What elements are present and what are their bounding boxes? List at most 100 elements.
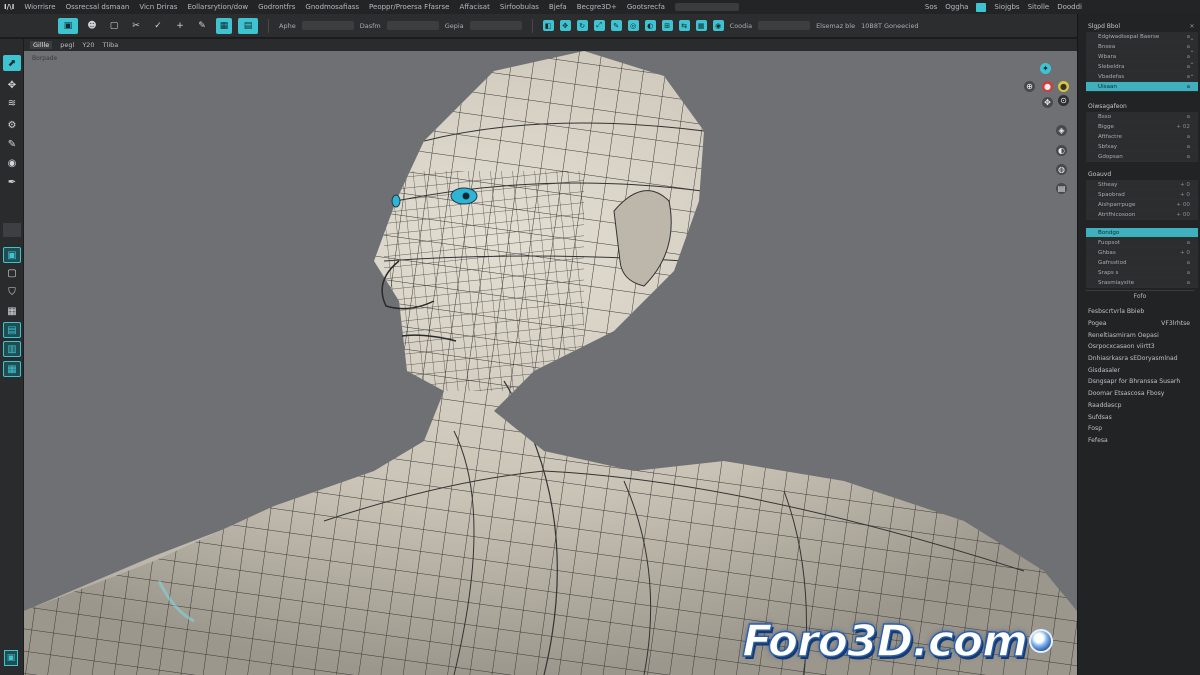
light-icon[interactable]: ●: [1058, 81, 1069, 92]
render-icon[interactable]: ◉: [712, 20, 724, 31]
rotate-icon[interactable]: ↻: [576, 20, 588, 31]
smooth-icon[interactable]: ◎: [627, 20, 639, 31]
panel-icon[interactable]: ▦: [3, 361, 21, 377]
move-tool-icon[interactable]: ✥: [3, 77, 21, 93]
list-item[interactable]: Gisdasaler: [1078, 364, 1200, 376]
wireframe-icon[interactable]: ▣: [3, 247, 21, 263]
list-item[interactable]: Fesbscrtvrla Bbieb: [1078, 306, 1200, 318]
menu-right-item[interactable]: Sos: [925, 3, 937, 11]
property-row[interactable]: Gafrsstiod a: [1086, 258, 1198, 268]
list-item[interactable]: Raaddascp: [1078, 400, 1200, 412]
menu-item[interactable]: Sirfoobulas: [500, 3, 539, 11]
scroll-arrow-icon[interactable]: ⌄: [1186, 68, 1198, 80]
menu-item[interactable]: Becgre3D+: [577, 3, 617, 11]
subtool-item[interactable]: Tliba: [103, 41, 119, 49]
menu-item[interactable]: Peoppr/Proersa Ffasrse: [369, 3, 449, 11]
accent-toggle-icon[interactable]: [976, 2, 987, 12]
layers-icon[interactable]: ▤: [3, 322, 21, 338]
wire-icon[interactable]: ▦: [695, 20, 707, 31]
navigation-cube-icon[interactable]: ✦: [1040, 63, 1051, 74]
property-row[interactable]: Srasmiaysite a: [1086, 278, 1198, 288]
brush-icon[interactable]: ✎: [610, 20, 622, 31]
scroll-arrow-icon[interactable]: ⌄: [1186, 32, 1198, 44]
list-item[interactable]: Reneltiasmiram Oepasi: [1078, 329, 1200, 341]
pen-tool-icon[interactable]: ✒: [3, 174, 21, 190]
layout-icon[interactable]: ▤: [238, 17, 258, 34]
toolbar-field[interactable]: [386, 21, 439, 30]
camera-icon[interactable]: ◈: [1056, 125, 1067, 136]
brush-tool-icon[interactable]: ✎: [3, 136, 21, 152]
panel-action-button[interactable]: Fofo: [1086, 290, 1194, 302]
eye-icon[interactable]: ◉: [3, 155, 21, 171]
orbit-icon[interactable]: ⊕: [1024, 81, 1035, 92]
pan-icon[interactable]: ✥: [1042, 97, 1053, 108]
property-row[interactable]: Atrtfhicosoon + 00: [1086, 210, 1198, 220]
material-icon[interactable]: ◍: [1056, 164, 1067, 175]
property-row-selected[interactable]: Uisaan a: [1086, 82, 1198, 92]
menu-right-item[interactable]: Oggha: [945, 3, 968, 11]
property-row[interactable]: Sraps sa: [1086, 268, 1198, 278]
scissors-icon[interactable]: ✂: [128, 18, 144, 34]
select-tool-icon[interactable]: ⬈: [3, 55, 21, 71]
menu-item[interactable]: Affacisat: [459, 3, 489, 11]
scale-icon[interactable]: ⤢: [593, 20, 605, 31]
property-row[interactable]: Edgiwadisepal Baerse a: [1086, 32, 1198, 42]
list-item[interactable]: Doomar Etsascosa Fbosy: [1078, 388, 1200, 400]
plus-icon[interactable]: +: [172, 18, 188, 34]
snap-icon[interactable]: ⊞: [661, 20, 673, 31]
subtool-item[interactable]: pegl: [60, 41, 74, 49]
property-row[interactable]: Bigge + 02: [1086, 122, 1198, 132]
gear-icon[interactable]: ⚙: [3, 117, 21, 133]
property-row[interactable]: Fuopsot a: [1086, 238, 1198, 248]
property-row[interactable]: Bnsea a: [1086, 42, 1198, 52]
shading-icon[interactable]: ◐: [1056, 145, 1067, 156]
property-row[interactable]: Gdopsan a: [1086, 152, 1198, 162]
menu-item[interactable]: Vicn Driras: [139, 3, 177, 11]
menu-right-item[interactable]: Siojgbs: [994, 3, 1019, 11]
menu-item[interactable]: Bjefa: [549, 3, 567, 11]
frame-icon[interactable]: ▢: [3, 265, 21, 281]
select-icon[interactable]: ◧: [542, 20, 554, 31]
list-item[interactable]: Dsngsapr for Bhranssa Susarh: [1078, 376, 1200, 388]
person-icon[interactable]: ☻: [84, 18, 100, 34]
check-icon[interactable]: ✓: [150, 18, 166, 34]
list-item[interactable]: Pogea VF3lrhtse: [1078, 318, 1200, 330]
record-icon[interactable]: ●: [1042, 81, 1053, 92]
list-item[interactable]: Dnhiasrkasra sEDoryasmlnad: [1078, 353, 1200, 365]
draw-icon[interactable]: ✎: [194, 18, 210, 34]
menu-search-field[interactable]: [674, 3, 739, 11]
property-row[interactable]: Bsso a: [1086, 112, 1198, 122]
list-item[interactable]: Osrpocxcasaon viirtt3: [1078, 341, 1200, 353]
toolbar-field[interactable]: [301, 21, 354, 30]
property-row[interactable]: Spaobrad + 0: [1086, 190, 1198, 200]
property-row[interactable]: Aftfactre a: [1086, 132, 1198, 142]
panel-scrollbar[interactable]: ✕ ⌄ ⌄ ⌄ ⌄ ⌄: [1186, 20, 1198, 660]
property-row[interactable]: Stheay + 0: [1086, 180, 1198, 190]
move-icon[interactable]: ✥: [559, 20, 571, 31]
menu-item[interactable]: Godrontfrs: [258, 3, 295, 11]
menu-right-item[interactable]: Dooddi: [1057, 3, 1082, 11]
tool-slot[interactable]: [3, 223, 21, 237]
property-row[interactable]: Aishparrpuge + 00: [1086, 200, 1198, 210]
property-row[interactable]: Sbfxay a: [1086, 142, 1198, 152]
subtool-item[interactable]: Gillle: [30, 41, 53, 49]
menu-item[interactable]: Ossrecsal dsmaan: [66, 3, 130, 11]
list-item[interactable]: Fosp: [1078, 423, 1200, 435]
scroll-arrow-icon[interactable]: ⌄: [1186, 44, 1198, 56]
stack-tool-icon[interactable]: ≋: [3, 95, 21, 111]
subtool-item[interactable]: Y20: [82, 41, 94, 49]
3d-viewport[interactable]: Borpade ✦ ⊕ ● ● ✥ ⊙ ◈ ◐ ◍ ▤ Foro3D.com: [24, 51, 1077, 675]
scroll-arrow-icon[interactable]: ✕: [1186, 20, 1198, 32]
scroll-arrow-icon[interactable]: ⌄: [1186, 56, 1198, 68]
property-row[interactable]: Vbadefas a: [1086, 72, 1198, 82]
property-row[interactable]: Ghbas + 0: [1086, 248, 1198, 258]
layers-alt-icon[interactable]: ▥: [3, 341, 21, 357]
property-row[interactable]: Wbara a: [1086, 52, 1198, 62]
toolbar-field[interactable]: [758, 21, 811, 30]
box-icon[interactable]: ▢: [106, 18, 122, 34]
menu-item[interactable]: Gnodmosafiass: [305, 3, 359, 11]
toolbar-field[interactable]: [469, 21, 522, 30]
layout-toggle-icon[interactable]: ▣: [4, 650, 18, 666]
menu-item[interactable]: Eollarsrytion/dow: [187, 3, 248, 11]
texture-icon[interactable]: ▤: [1056, 183, 1067, 194]
